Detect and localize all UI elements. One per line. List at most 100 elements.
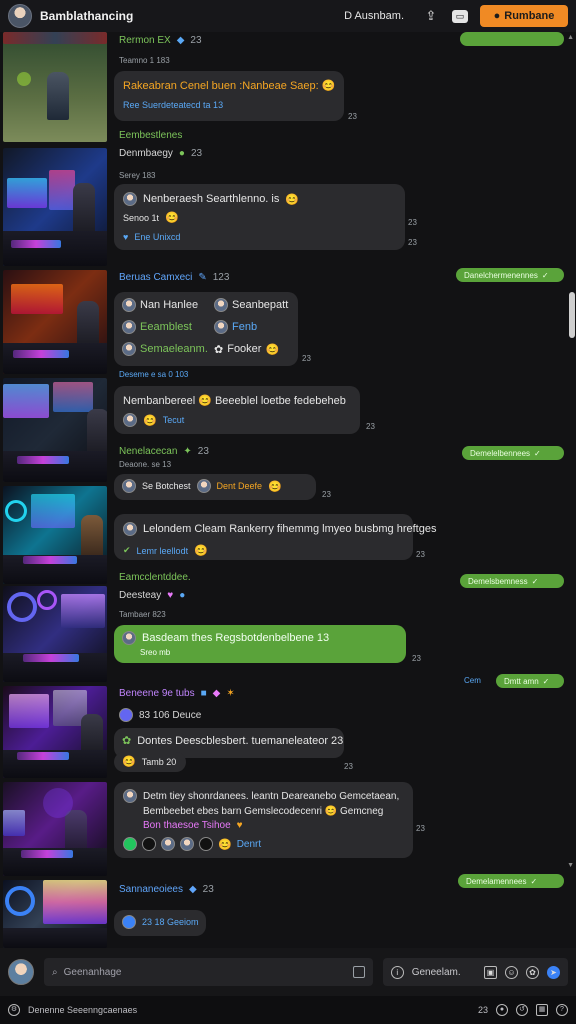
settings-icon[interactable]: ⚙ xyxy=(8,1004,20,1016)
sender-line: Nenelacecan ✦ 23 xyxy=(119,446,209,457)
smile-icon: 😊 xyxy=(165,212,179,224)
outgoing-label: Cem xyxy=(464,676,481,685)
chat-feed[interactable]: Rermon EX ◆ 23 Teamno 1 183 Rakeabran Ce… xyxy=(0,32,576,948)
reaction-icon[interactable] xyxy=(161,837,175,851)
message-bubble[interactable]: 23 18 Geeiom xyxy=(114,910,206,936)
heart-icon: ♥ xyxy=(123,232,129,242)
timestamp: 23 xyxy=(344,762,353,771)
thumbnail-7[interactable] xyxy=(3,686,107,778)
reaction-icon[interactable] xyxy=(142,837,156,851)
avatar xyxy=(123,789,137,803)
avatar xyxy=(122,342,136,356)
sender-line: Rermon EX ◆ 23 xyxy=(119,35,202,46)
thumbnail-9[interactable] xyxy=(3,880,107,948)
avatar xyxy=(214,298,228,312)
avatar xyxy=(123,192,137,206)
emoji-icon[interactable]: ☺ xyxy=(505,965,518,979)
sender-subline: 83 106 Deuce xyxy=(119,708,201,722)
outgoing-pill[interactable]: Demelsbemness ✓ xyxy=(460,574,564,588)
message-bubble[interactable]: Rakeabran Cenel buen :Nanbeae Saep: 😊 Re… xyxy=(114,71,344,121)
record-icon[interactable]: ● xyxy=(496,1004,508,1016)
scrollbar-thumb[interactable] xyxy=(569,292,575,338)
profile-avatar[interactable] xyxy=(8,4,32,28)
wave-icon: ✦ xyxy=(183,446,192,457)
avatar xyxy=(123,522,137,536)
timestamp: 23 xyxy=(348,112,357,121)
message-bubble[interactable]: Nenberaesh Searthlenno. is 😊 Senoo 1t 😊 ♥ E… xyxy=(114,184,405,250)
app-header: Bamblathancing D Ausnbam. ⇪ ▭ ● Rumbane xyxy=(0,0,576,32)
sender-subline: Deesteay ♥ ● xyxy=(119,590,186,601)
leaf-icon: ✔ xyxy=(123,545,131,555)
smile-icon: 😊 xyxy=(143,414,157,427)
window-icon[interactable]: ▭ xyxy=(452,9,468,23)
send-icon[interactable]: ➤ xyxy=(547,965,560,979)
history-icon[interactable]: ↺ xyxy=(516,1004,528,1016)
avatar xyxy=(123,413,137,427)
footer-count: 23 xyxy=(477,1005,488,1015)
message-bubble[interactable]: Nembanbereel 😊 Beeeblel loetbe fedebeheb… xyxy=(114,386,360,434)
info-icon[interactable]: i xyxy=(390,965,404,979)
grid-icon[interactable]: ▦ xyxy=(536,1004,548,1016)
check-icon: ✓ xyxy=(531,576,539,586)
sender-subline: Denmbaegy ● 23 xyxy=(119,148,203,159)
message-bubble-small[interactable]: 😊 Tamb 20 xyxy=(114,752,186,772)
attach-icon[interactable] xyxy=(352,966,365,978)
message-subline: Tambaer 823 xyxy=(119,610,166,619)
my-avatar[interactable] xyxy=(8,959,34,985)
timestamp: 23 xyxy=(366,422,375,431)
gallery-icon[interactable]: ▣ xyxy=(484,965,497,979)
outgoing-pill[interactable]: Demelamennees ✓ xyxy=(458,874,564,888)
message-text: Rakeabran Cenel buen :Nanbeae Saep: 😊 xyxy=(123,80,336,92)
thumbnail-6[interactable] xyxy=(3,586,107,682)
message-input[interactable]: ⌕ Geenanhage xyxy=(44,958,373,986)
scroll-down-icon[interactable]: ▼ xyxy=(567,862,574,869)
message-bubble[interactable]: Se Botchest Dent Deefe 😊 xyxy=(114,474,316,500)
sender-line: Sannaneoiees ◆ 23 xyxy=(119,884,214,895)
reaction-icon[interactable] xyxy=(123,837,137,851)
reaction-icon[interactable] xyxy=(199,837,213,851)
dot-icon: ● xyxy=(179,590,186,601)
status-footer: ⚙ Denenne Seeenngcaenaes 23 ● ↺ ▦ ? xyxy=(0,996,576,1024)
thumbnail-2[interactable] xyxy=(3,148,107,266)
timestamp: 23 xyxy=(408,218,417,227)
reaction-icon[interactable] xyxy=(180,837,194,851)
sticker-icon[interactable]: ✿ xyxy=(526,965,539,979)
thumbnail-3[interactable] xyxy=(3,270,107,374)
message-bubble-highlighted[interactable]: Basdeam thes Regsbotdenbelbene 13 Sreo m… xyxy=(114,625,406,663)
thumbnail-8[interactable] xyxy=(3,782,107,876)
message-subline: Teamno 1 183 xyxy=(119,56,170,65)
scroll-up-icon[interactable]: ▲ xyxy=(567,34,574,41)
outgoing-pill[interactable]: Danelchermenennes ✓ xyxy=(456,268,564,282)
message-bubble[interactable]: Detm tiey shonrdanees. leantn Deareanebo… xyxy=(114,782,413,858)
smile-icon: 😊 xyxy=(285,193,300,206)
outgoing-pill[interactable]: Demelelbennees ✓ xyxy=(462,446,564,460)
thumbnail-1[interactable] xyxy=(3,32,107,142)
user-chip[interactable]: D Ausnbam. xyxy=(344,10,404,22)
pencil-icon: ✎ xyxy=(198,272,207,283)
thumbnail-4[interactable] xyxy=(3,378,107,482)
participants-bubble[interactable]: Nan Hanlee Seanbepatt Eeamblest Fenb Semae… xyxy=(114,292,298,366)
smile-icon: 😊 xyxy=(122,756,136,768)
footer-status-text: Denenne Seeenngcaenaes xyxy=(28,1005,138,1015)
avatar xyxy=(122,320,136,334)
timestamp: 23 xyxy=(408,238,417,247)
sender-line: Beruas Camxeci ✎ 123 xyxy=(119,272,230,283)
cta-button[interactable]: ● Rumbane xyxy=(480,5,568,27)
sender-line: Eamcclentddee. xyxy=(119,572,191,583)
sparkle-icon: ✿ xyxy=(122,735,132,747)
outgoing-pill[interactable]: Dmtt amn ✓ xyxy=(496,674,564,688)
globe-icon: ● xyxy=(178,148,185,159)
avatar xyxy=(122,915,136,929)
message-bubble[interactable]: Lelondem Cleam Rankerry fihemmg lmyeo bu… xyxy=(114,514,436,560)
check-icon: ✓ xyxy=(530,876,538,886)
timestamp: 23 xyxy=(302,354,311,363)
outgoing-pill[interactable] xyxy=(460,32,564,46)
diamond-icon: ◆ xyxy=(212,688,221,699)
message-composer: ⌕ Geenanhage i Geneelam. ▣ ☺ ✿ ➤ xyxy=(0,948,576,996)
sender-line: Beneene 9e tubs ■ ◆ ✶ xyxy=(119,688,235,699)
avatar xyxy=(122,298,136,312)
help-icon[interactable]: ? xyxy=(556,1004,568,1016)
share-icon[interactable]: ⇪ xyxy=(422,7,440,25)
smile-icon: 😊 xyxy=(268,480,282,493)
thumbnail-5[interactable] xyxy=(3,486,107,584)
